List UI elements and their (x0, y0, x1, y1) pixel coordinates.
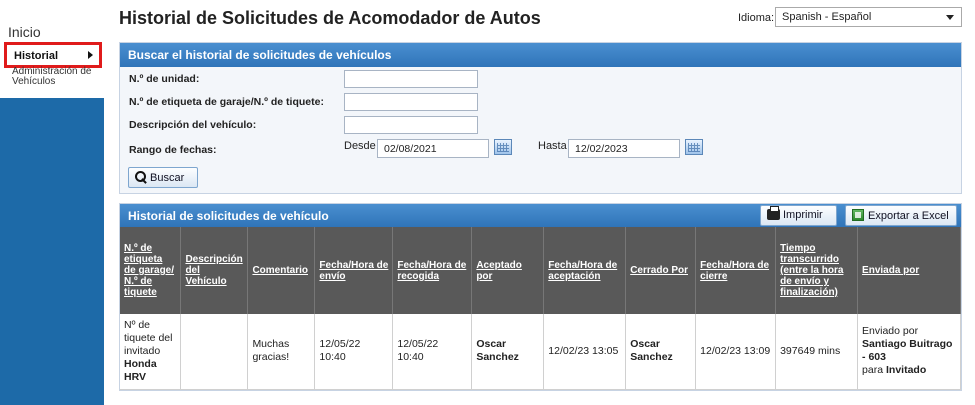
sent-by-name: Santiago Buitrago - 603 (862, 338, 953, 364)
sent-by-for: para (862, 364, 884, 377)
search-button-label: Buscar (150, 172, 185, 184)
ticket-input[interactable] (344, 93, 478, 111)
table-row[interactable]: Nº de tiquete del invitado Honda HRV Muc… (120, 314, 961, 390)
search-panel-title: Buscar el historial de solicitudes de ve… (120, 43, 961, 67)
from-date-input[interactable]: 02/08/2021 (377, 139, 489, 158)
search-icon (135, 171, 147, 183)
history-panel-title-text: Historial de solicitudes de vehículo (128, 209, 329, 223)
calendar-icon[interactable] (685, 139, 703, 155)
cell-pickup: 12/05/22 10:40 (392, 314, 473, 390)
description-input[interactable] (344, 116, 478, 134)
column-header-comment[interactable]: Comentario (247, 227, 316, 314)
column-header-ticket[interactable]: N.º de etiqueta de garage/ N.º de tiquet… (120, 227, 182, 314)
description-label: Descripción del vehículo: (129, 119, 257, 131)
sent-by-role: Invitado (885, 364, 927, 377)
language-select-value: Spanish - Español (782, 11, 872, 23)
sidebar-nav-items: Historial Administración de Vehículos (0, 42, 104, 98)
cell-closed-at: 12/02/23 13:09 (695, 314, 777, 390)
unit-input[interactable] (344, 70, 478, 88)
search-panel: Buscar el historial de solicitudes de ve… (119, 42, 962, 194)
column-header-sent[interactable]: Fecha/Hora de envío (314, 227, 394, 314)
export-button-label: Exportar a Excel (868, 210, 949, 222)
column-header-elapsed[interactable]: Tiempo transcurrido (entre la hora de en… (775, 227, 859, 314)
calendar-icon[interactable] (494, 139, 512, 155)
export-excel-button[interactable]: Exportar a Excel (845, 205, 957, 226)
ticket-label: N.º de etiqueta de garaje/N.º de tiquete… (129, 96, 324, 108)
sidebar-item-history[interactable]: Historial (4, 42, 102, 68)
column-header-description[interactable]: Descripción del Vehículo (180, 227, 249, 314)
cell-comment: Muchas gracias! (247, 314, 316, 390)
column-header-sent-by[interactable]: Enviada por (857, 227, 961, 314)
to-date-input[interactable]: 12/02/2023 (568, 139, 680, 158)
cell-sent-by: Enviado por Santiago Buitrago - 603 para… (857, 314, 961, 390)
column-header-pickup[interactable]: Fecha/Hora de recogida (392, 227, 473, 314)
ticket-vehicle: Honda HRV (124, 357, 157, 383)
sidebar-nav: Historial Administración de Vehículos (0, 42, 104, 405)
cell-accepted-at: 12/02/23 13:05 (543, 314, 627, 390)
search-button[interactable]: Buscar (128, 167, 198, 188)
sidebar-item-vehicle-admin[interactable]: Administración de Vehículos (12, 67, 104, 87)
page-title: Historial de Solicitudes de Acomodador d… (119, 8, 541, 28)
printer-icon (767, 206, 780, 220)
cell-accepted-by: Oscar Sanchez (471, 314, 545, 390)
history-table: N.º de etiqueta de garage/ N.º de tiquet… (120, 227, 961, 390)
cell-description (180, 314, 249, 390)
column-header-closed-by[interactable]: Cerrado Por (625, 227, 697, 314)
date-range-label: Rango de fechas: (129, 144, 217, 156)
sidebar-header: Inicio (0, 0, 104, 42)
caret-right-icon (88, 51, 93, 59)
from-label: Desde (344, 140, 376, 152)
sidebar: Inicio Historial Administración de Vehíc… (0, 0, 104, 405)
column-header-closed-at[interactable]: Fecha/Hora de cierre (695, 227, 777, 314)
print-button-label: Imprimir (783, 209, 823, 221)
cell-elapsed: 397649 mins (775, 314, 859, 390)
sent-by-prefix: Enviado por (862, 325, 919, 338)
cell-closed-by: Oscar Sanchez (625, 314, 697, 390)
cell-sent: 12/05/22 10:40 (314, 314, 394, 390)
app-root: Inicio Historial Administración de Vehíc… (0, 0, 975, 405)
print-button[interactable]: Imprimir (760, 205, 837, 226)
ticket-text: Nº de tiquete del invitado (124, 318, 173, 357)
excel-icon (852, 209, 864, 221)
language-select[interactable]: Spanish - Español (775, 7, 962, 27)
chevron-down-icon (946, 15, 954, 20)
unit-label: N.º de unidad: (129, 73, 200, 85)
to-label: Hasta (538, 140, 567, 152)
language-label: Idioma: (738, 12, 775, 24)
sidebar-item-home[interactable]: Inicio (8, 24, 41, 40)
table-header-row: N.º de etiqueta de garage/ N.º de tiquet… (120, 227, 961, 314)
column-header-accepted-at[interactable]: Fecha/Hora de aceptación (543, 227, 627, 314)
column-header-accepted-by[interactable]: Aceptado por (471, 227, 545, 314)
cell-ticket: Nº de tiquete del invitado Honda HRV (120, 314, 182, 390)
sidebar-item-label: Historial (14, 50, 59, 62)
history-panel: Historial de solicitudes de vehículo Imp… (119, 203, 962, 391)
